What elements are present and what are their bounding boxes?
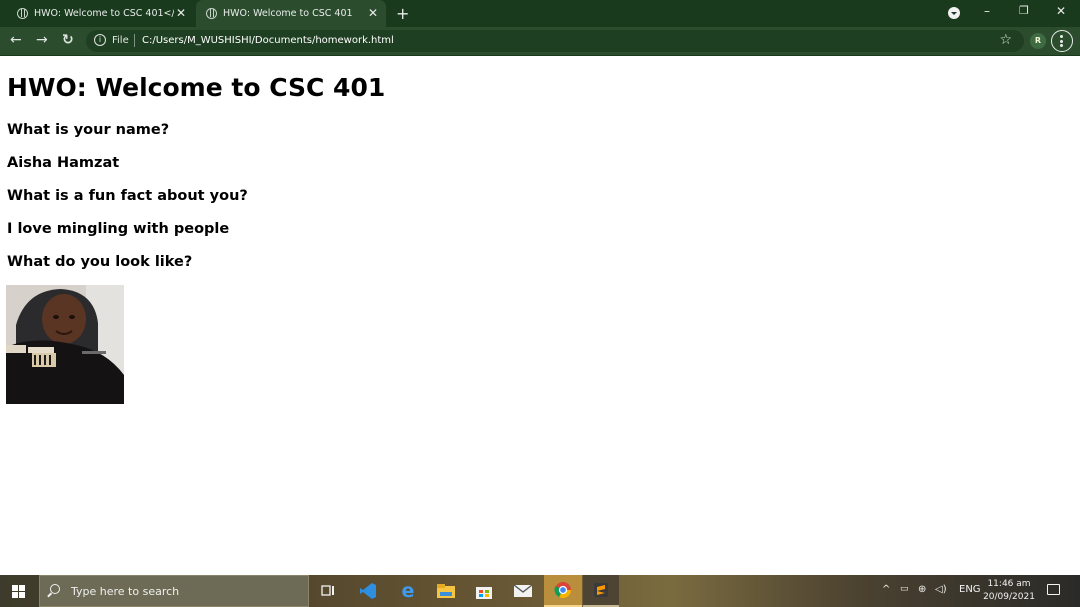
info-icon[interactable]: i xyxy=(94,34,106,46)
reload-icon[interactable]: ↻ xyxy=(62,32,74,48)
clock-time: 11:46 am xyxy=(987,579,1031,589)
tray-chevron-icon[interactable]: ^ xyxy=(882,584,890,595)
mail-icon[interactable] xyxy=(505,575,541,607)
close-window-button[interactable]: ✕ xyxy=(1056,4,1066,18)
minimize-button[interactable]: – xyxy=(984,4,990,18)
file-explorer-icon[interactable] xyxy=(428,575,464,607)
clock-date: 20/09/2021 xyxy=(983,592,1035,602)
globe-icon xyxy=(206,8,217,19)
search-icon xyxy=(50,584,60,594)
volume-icon[interactable]: ◁) xyxy=(935,584,947,595)
close-tab-icon[interactable]: ✕ xyxy=(368,7,378,19)
question-appearance: What do you look like? xyxy=(7,254,193,270)
globe-icon xyxy=(17,8,28,19)
task-view-icon[interactable] xyxy=(310,575,346,607)
tab-title: HWO: Welcome to CSC 401 xyxy=(223,8,353,19)
browser-tab-2[interactable]: HWO: Welcome to CSC 401 ✕ xyxy=(196,0,386,27)
profile-photo xyxy=(6,285,124,404)
question-fun-fact: What is a fun fact about you? xyxy=(7,188,248,204)
language-indicator[interactable]: ENG xyxy=(959,584,981,595)
page-title: HWO: Welcome to CSC 401 xyxy=(7,73,386,102)
divider xyxy=(134,34,135,47)
address-bar[interactable]: i File C:/Users/M_WUSHISHI/Documents/hom… xyxy=(86,30,1024,52)
chrome-icon[interactable] xyxy=(544,575,582,607)
new-tab-button[interactable]: + xyxy=(396,4,409,23)
network-globe-icon[interactable]: ⊕ xyxy=(918,584,926,595)
edge-icon[interactable]: e xyxy=(390,575,426,607)
close-tab-icon[interactable]: ✕ xyxy=(176,7,186,19)
store-icon[interactable] xyxy=(466,575,502,607)
system-clock[interactable]: 11:46 am 20/09/2021 xyxy=(982,578,1036,604)
scheme-label: File xyxy=(112,35,129,46)
kebab-menu-icon[interactable] xyxy=(1051,30,1073,52)
restore-button[interactable]: ❐ xyxy=(1019,4,1029,17)
tab-title: HWO: Welcome to CSC 401</htm xyxy=(34,8,174,19)
page-content: HWO: Welcome to CSC 401 What is your nam… xyxy=(0,56,1080,575)
taskbar-search-box[interactable]: Type here to search xyxy=(39,575,309,607)
browser-tab-1[interactable]: HWO: Welcome to CSC 401</htm ✕ xyxy=(8,0,194,27)
url-text[interactable]: C:/Users/M_WUSHISHI/Documents/homework.h… xyxy=(142,35,394,46)
notifications-icon[interactable] xyxy=(1047,584,1060,595)
windows-start-icon[interactable] xyxy=(12,585,25,598)
battery-icon[interactable]: ▭ xyxy=(900,584,909,594)
vscode-icon[interactable] xyxy=(350,575,386,607)
browser-toolbar: ← → ↻ i File C:/Users/M_WUSHISHI/Documen… xyxy=(0,27,1080,56)
answer-name: Aisha Hamzat xyxy=(7,155,120,171)
profile-avatar[interactable]: R xyxy=(1030,33,1046,49)
tab-search-icon[interactable] xyxy=(948,7,960,19)
search-placeholder: Type here to search xyxy=(71,585,180,598)
bookmark-star-icon[interactable]: ☆ xyxy=(999,32,1012,48)
question-name: What is your name? xyxy=(7,122,170,138)
answer-fun-fact: I love mingling with people xyxy=(7,221,230,237)
back-arrow-icon[interactable]: ← xyxy=(10,32,22,48)
sublime-text-icon[interactable] xyxy=(583,575,619,607)
forward-arrow-icon[interactable]: → xyxy=(36,32,48,48)
taskbar: Type here to search e ^ ▭ ⊕ ◁) ENG 11:46… xyxy=(0,575,1080,607)
tab-strip: HWO: Welcome to CSC 401</htm ✕ HWO: Welc… xyxy=(0,0,1080,27)
